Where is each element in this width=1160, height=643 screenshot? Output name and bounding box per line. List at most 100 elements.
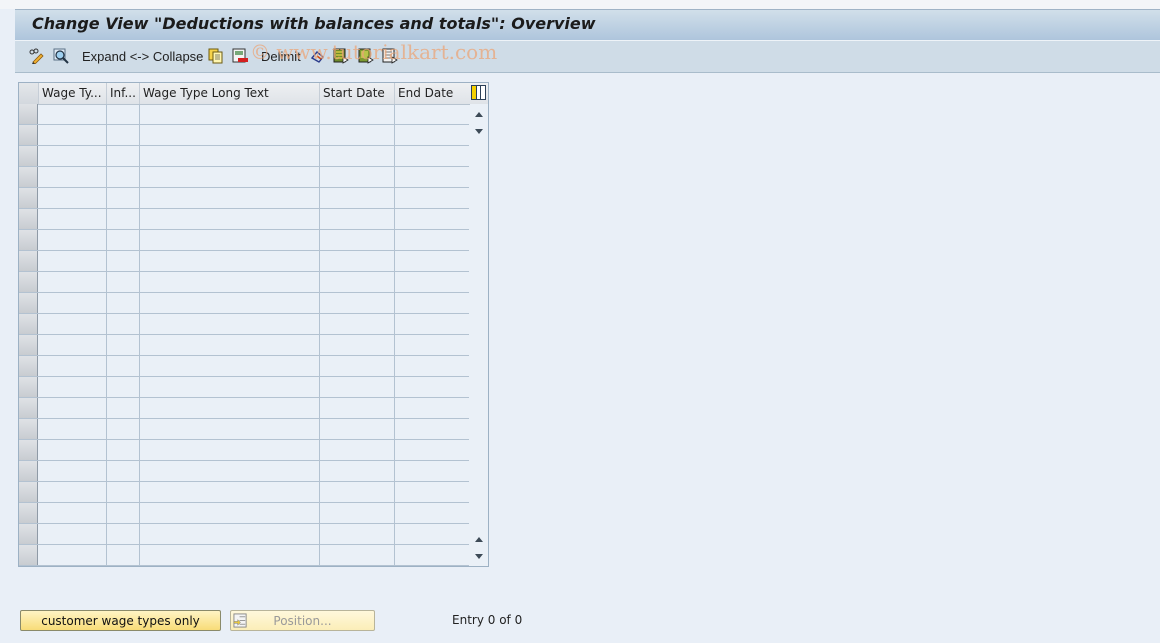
cell-wage-type[interactable] [39,314,107,334]
row-selector[interactable] [19,482,38,502]
cell-wage-type[interactable] [39,524,107,544]
cell-long-text[interactable] [140,377,320,397]
display-change-button[interactable] [28,47,44,65]
row-selector[interactable] [19,125,38,145]
row-selector[interactable] [19,188,38,208]
select-block-button[interactable] [358,47,374,65]
row-selector[interactable] [19,419,38,439]
cell-wage-type[interactable] [39,230,107,250]
cell-wage-type[interactable] [39,335,107,355]
row-selector[interactable] [19,545,38,565]
row-selector[interactable] [19,356,38,376]
cell-end-date[interactable] [395,272,470,292]
cell-start-date[interactable] [320,419,395,439]
column-header-long-text[interactable]: Wage Type Long Text [140,83,320,104]
row-selector[interactable] [19,524,38,544]
cell-end-date[interactable] [395,104,470,124]
vertical-scrollbar[interactable] [470,104,488,566]
cell-start-date[interactable] [320,503,395,523]
row-selector[interactable] [19,503,38,523]
cell-wage-type[interactable] [39,377,107,397]
cell-infotype[interactable] [107,503,140,523]
cell-start-date[interactable] [320,482,395,502]
cell-end-date[interactable] [395,398,470,418]
cell-long-text[interactable] [140,146,320,166]
cell-infotype[interactable] [107,461,140,481]
row-selector[interactable] [19,167,38,187]
cell-end-date[interactable] [395,125,470,145]
cell-start-date[interactable] [320,146,395,166]
column-header-wage-type[interactable]: Wage Ty... [39,83,107,104]
cell-infotype[interactable] [107,125,140,145]
cell-end-date[interactable] [395,461,470,481]
cell-end-date[interactable] [395,209,470,229]
cell-long-text[interactable] [140,503,320,523]
cell-long-text[interactable] [140,440,320,460]
column-header-end-date[interactable]: End Date [395,83,470,104]
cell-end-date[interactable] [395,251,470,271]
cell-start-date[interactable] [320,356,395,376]
cell-start-date[interactable] [320,104,395,124]
cell-wage-type[interactable] [39,125,107,145]
page-up-button[interactable] [471,531,487,547]
cell-infotype[interactable] [107,440,140,460]
cell-start-date[interactable] [320,398,395,418]
cell-start-date[interactable] [320,188,395,208]
cell-long-text[interactable] [140,293,320,313]
cell-infotype[interactable] [107,419,140,439]
column-header-start-date[interactable]: Start Date [320,83,395,104]
cell-start-date[interactable] [320,545,395,565]
cell-wage-type[interactable] [39,545,107,565]
cell-infotype[interactable] [107,482,140,502]
cell-end-date[interactable] [395,314,470,334]
cell-long-text[interactable] [140,104,320,124]
cell-end-date[interactable] [395,482,470,502]
cell-end-date[interactable] [395,146,470,166]
cell-wage-type[interactable] [39,251,107,271]
scroll-down-button[interactable] [471,123,487,139]
cell-infotype[interactable] [107,335,140,355]
cell-infotype[interactable] [107,272,140,292]
cell-end-date[interactable] [395,230,470,250]
cell-long-text[interactable] [140,167,320,187]
cell-start-date[interactable] [320,524,395,544]
row-selector[interactable] [19,314,38,334]
cell-wage-type[interactable] [39,398,107,418]
deselect-all-button[interactable] [382,47,398,65]
cell-start-date[interactable] [320,293,395,313]
cell-wage-type[interactable] [39,461,107,481]
cell-start-date[interactable] [320,251,395,271]
scroll-up-button[interactable] [471,106,487,122]
cell-wage-type[interactable] [39,167,107,187]
cell-end-date[interactable] [395,335,470,355]
cell-end-date[interactable] [395,356,470,376]
position-button[interactable]: Position... [230,610,375,631]
cell-infotype[interactable] [107,167,140,187]
cell-start-date[interactable] [320,314,395,334]
cell-wage-type[interactable] [39,356,107,376]
cell-infotype[interactable] [107,188,140,208]
cell-start-date[interactable] [320,377,395,397]
cell-long-text[interactable] [140,125,320,145]
cell-long-text[interactable] [140,545,320,565]
row-selector[interactable] [19,230,38,250]
row-selector[interactable] [19,104,38,124]
cell-long-text[interactable] [140,188,320,208]
cell-wage-type[interactable] [39,293,107,313]
cell-wage-type[interactable] [39,104,107,124]
row-selector[interactable] [19,377,38,397]
cell-long-text[interactable] [140,398,320,418]
row-selector[interactable] [19,440,38,460]
cell-infotype[interactable] [107,230,140,250]
cell-end-date[interactable] [395,419,470,439]
cell-infotype[interactable] [107,293,140,313]
cell-wage-type[interactable] [39,146,107,166]
cell-end-date[interactable] [395,545,470,565]
cell-infotype[interactable] [107,524,140,544]
cell-long-text[interactable] [140,335,320,355]
row-selector[interactable] [19,251,38,271]
select-all-button[interactable] [333,47,349,65]
cell-long-text[interactable] [140,230,320,250]
row-selector[interactable] [19,461,38,481]
cell-end-date[interactable] [395,524,470,544]
